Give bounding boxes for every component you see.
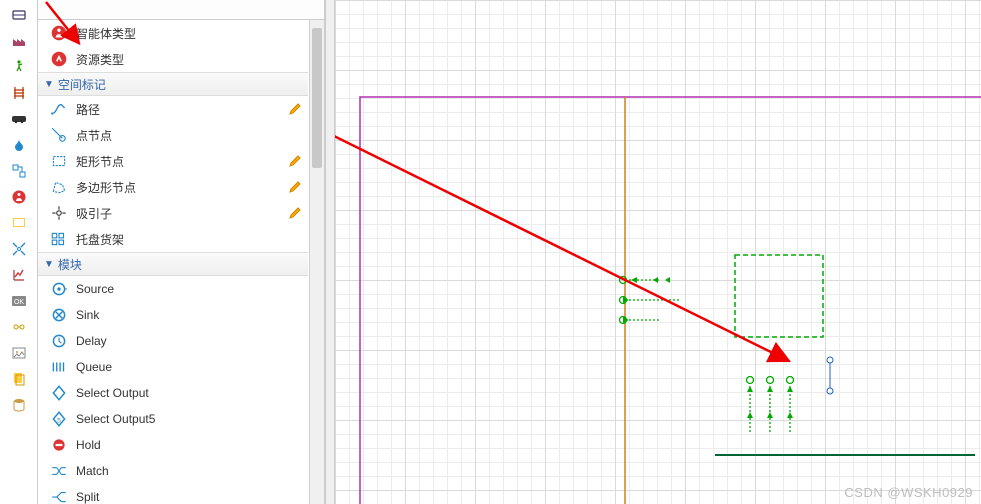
triangle-down-icon: ▼: [44, 259, 54, 270]
toolbar-icon-fluid[interactable]: [5, 132, 33, 158]
vertical-splitter[interactable]: [325, 0, 335, 504]
palette-item-hold[interactable]: Hold: [38, 432, 308, 458]
split-icon: [50, 488, 68, 504]
palette-item-select-output5[interactable]: 5 Select Output5: [38, 406, 308, 432]
palette-label: 托盘货架: [76, 231, 302, 248]
pencil-icon: [288, 180, 302, 194]
scrollbar-thumb[interactable]: [312, 28, 322, 168]
attractor-group-top[interactable]: [620, 277, 680, 324]
palette-item-delay[interactable]: Delay: [38, 328, 308, 354]
palette-label: Select Output5: [76, 412, 302, 426]
palette-label: 路径: [76, 101, 288, 118]
palette-scrollbar[interactable]: [309, 20, 324, 504]
toolbar-icon-factory[interactable]: [5, 28, 33, 54]
path-icon: [50, 100, 68, 118]
palette-label: Delay: [76, 334, 302, 348]
hold-icon: [50, 436, 68, 454]
toolbar-icon-pictures[interactable]: [5, 340, 33, 366]
pallet-rack-icon: [50, 230, 68, 248]
toolbar-icon-process[interactable]: [5, 2, 33, 28]
palette-label: Hold: [76, 438, 302, 452]
match-icon: [50, 462, 68, 480]
toolbar-icon-presentation[interactable]: [5, 210, 33, 236]
toolbar-icon-database[interactable]: [5, 392, 33, 418]
toolbar-icon-rail[interactable]: [5, 80, 33, 106]
palette-item-pallet-rack[interactable]: 托盘货架: [38, 226, 308, 252]
toolbar-icon-pedestrian[interactable]: [5, 54, 33, 80]
palette-label: Match: [76, 464, 302, 478]
palette-item-attractor[interactable]: 吸引子: [38, 200, 308, 226]
palette-item-source[interactable]: Source: [38, 276, 308, 302]
poly-node-icon: [50, 178, 68, 196]
toolbar-icon-external[interactable]: [5, 366, 33, 392]
toolbar-icon-space[interactable]: [5, 236, 33, 262]
palette-searchbar[interactable]: [38, 0, 324, 20]
pencil-icon: [288, 154, 302, 168]
canvas-overlay: [335, 0, 981, 504]
toolbar-icon-systemdynamics[interactable]: [5, 158, 33, 184]
palette-item-resource-type[interactable]: 资源类型: [38, 46, 308, 72]
point-node-icon: [50, 126, 68, 144]
palette-item-select-output[interactable]: Select Output: [38, 380, 308, 406]
palette-item-agent-type[interactable]: 智能体类型: [38, 20, 308, 46]
icon-toolbar: OK: [0, 0, 38, 504]
toolbar-icon-analysis[interactable]: [5, 262, 33, 288]
toolbar-icon-agent[interactable]: [5, 184, 33, 210]
palette-item-poly-node[interactable]: 多边形节点: [38, 174, 308, 200]
palette-item-match[interactable]: Match: [38, 458, 308, 484]
section-space-markup[interactable]: ▼ 空间标记: [38, 72, 308, 96]
rect-node-icon: [50, 152, 68, 170]
palette-label: Source: [76, 282, 302, 296]
palette-label: 吸引子: [76, 205, 288, 222]
svg-text:5: 5: [57, 417, 61, 424]
palette-label: Select Output: [76, 386, 302, 400]
palette-label: Split: [76, 490, 302, 504]
svg-text:OK: OK: [13, 299, 23, 306]
section-blocks[interactable]: ▼ 模块: [38, 252, 308, 276]
toolbar-icon-road[interactable]: [5, 106, 33, 132]
palette-item-queue[interactable]: Queue: [38, 354, 308, 380]
palette-item-sink[interactable]: Sink: [38, 302, 308, 328]
editor-canvas[interactable]: CSDN @WSKH0929: [335, 0, 981, 504]
resource-type-icon: [50, 50, 68, 68]
sink-icon: [50, 306, 68, 324]
triangle-down-icon: ▼: [44, 79, 54, 90]
path-segment[interactable]: [827, 357, 833, 394]
queue-icon: [50, 358, 68, 376]
select-output5-icon: 5: [50, 410, 68, 428]
palette-panel: 智能体类型 资源类型 ▼ 空间标记 路径 点节点: [38, 0, 325, 504]
palette-label: Sink: [76, 308, 302, 322]
palette-label: 多边形节点: [76, 179, 288, 196]
toolbar-icon-connectivity[interactable]: [5, 314, 33, 340]
section-label: 空间标记: [58, 76, 106, 93]
palette-label: 矩形节点: [76, 153, 288, 170]
attractor-group-bottom[interactable]: [747, 377, 794, 435]
toolbar-icon-ok[interactable]: OK: [5, 288, 33, 314]
palette-item-rect-node[interactable]: 矩形节点: [38, 148, 308, 174]
select-output-icon: [50, 384, 68, 402]
agent-type-icon: [50, 24, 68, 42]
palette-label: Queue: [76, 360, 302, 374]
palette-label: 点节点: [76, 127, 302, 144]
pencil-icon: [288, 102, 302, 116]
pencil-icon: [288, 206, 302, 220]
palette-item-split[interactable]: Split: [38, 484, 308, 504]
palette-label: 资源类型: [76, 51, 302, 68]
palette-item-point-node[interactable]: 点节点: [38, 122, 308, 148]
section-label: 模块: [58, 256, 82, 273]
rect-node-dashed[interactable]: [735, 255, 823, 337]
delay-icon: [50, 332, 68, 350]
source-icon: [50, 280, 68, 298]
palette-item-path[interactable]: 路径: [38, 96, 308, 122]
attractor-icon: [50, 204, 68, 222]
palette-label: 智能体类型: [76, 25, 302, 42]
watermark: CSDN @WSKH0929: [844, 485, 973, 500]
annotation-arrow-main: [335, 8, 787, 360]
